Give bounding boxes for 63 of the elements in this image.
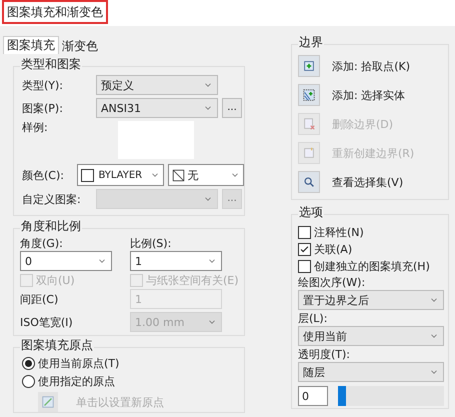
field-label: 角度(G): [20,237,64,250]
window-title: 图案填充和渐变色 [7,6,103,18]
slider-track[interactable] [338,386,444,406]
dropdown[interactable]: 使用当前 [298,326,444,346]
group-title: 类型和图案 [20,58,82,71]
browse-button[interactable]: ... [222,98,242,118]
dropdown[interactable]: 1 [130,251,222,271]
color-swatch [81,168,94,182]
boundary-icon [302,88,316,102]
field-label: 图案(P): [22,102,64,114]
origin-icon [41,395,55,409]
boundary-icon [302,146,316,160]
checkbox-label: 注释性(N) [314,226,364,238]
boundary-label: 查看选择集(V) [332,176,404,188]
boundary-label: 重新创建边界(R) [332,146,414,160]
radio-label: 使用指定的原点 [38,375,115,388]
no-fill-icon [172,168,185,182]
field-label: 颜色(C): [22,168,65,182]
group-title: 选项 [298,206,324,219]
boundary-button[interactable] [298,55,320,77]
boundary-icon [302,59,316,73]
field-label: 间距(C) [20,292,60,306]
set-origin-label: 单击以设置新原点 [76,396,164,408]
delete-icon [302,117,316,131]
dropdown[interactable]: BYLAYER [77,164,164,186]
checkbox[interactable] [298,242,311,256]
boundary-label: 添加: 选择实体 [332,88,406,102]
checkbox-label: 关联(A) [314,242,352,256]
field-label: 透明度(T): [298,348,352,361]
boundary-button[interactable] [298,171,320,193]
slider-thumb[interactable] [338,386,346,406]
magnifier-icon [302,175,316,189]
field-label: 自定义图案: [22,192,82,206]
tab[interactable]: 渐变色 [59,38,101,54]
dropdown[interactable]: ANSI31 [96,98,218,118]
dropdown[interactable]: 0 [20,251,112,271]
checkbox[interactable] [298,260,311,272]
input-field[interactable]: 0 [298,386,328,406]
check-icon [299,244,310,254]
boundary-label: 删除边界(D) [332,118,394,130]
radio-button[interactable] [22,375,35,388]
dropdown[interactable]: 预定义 [96,75,218,95]
checkbox[interactable] [298,226,311,238]
checkbox-label: 与纸张空间有关(E) [146,274,239,286]
radio-button[interactable] [22,357,35,370]
field-label: ISO笔宽(I) [20,316,74,328]
boundary-button[interactable] [298,84,320,106]
field-label: 类型(Y): [22,78,64,92]
dropdown[interactable]: 无 [168,164,244,186]
group-title: 角度和比例 [20,220,82,233]
boundary-label: 添加: 拾取点(K) [332,60,410,72]
checkbox-label: 创建独立的图案填充(H) [314,260,430,272]
field-label: 绘图次序(W): [298,276,366,289]
field-label: 样例: [22,121,49,134]
group-title: 边界 [298,36,324,49]
dropdown[interactable]: 置于边界之后 [298,290,444,310]
field-label: 层(L): [298,312,328,325]
dropdown[interactable]: 随层 [298,362,444,382]
group-title: 图案填充原点 [20,339,94,352]
tab[interactable]: 图案填充 [3,36,59,54]
checkbox-label: 双向(U) [36,274,75,286]
radio-label: 使用当前原点(T) [38,357,120,370]
field-label: 比例(S): [130,237,172,250]
